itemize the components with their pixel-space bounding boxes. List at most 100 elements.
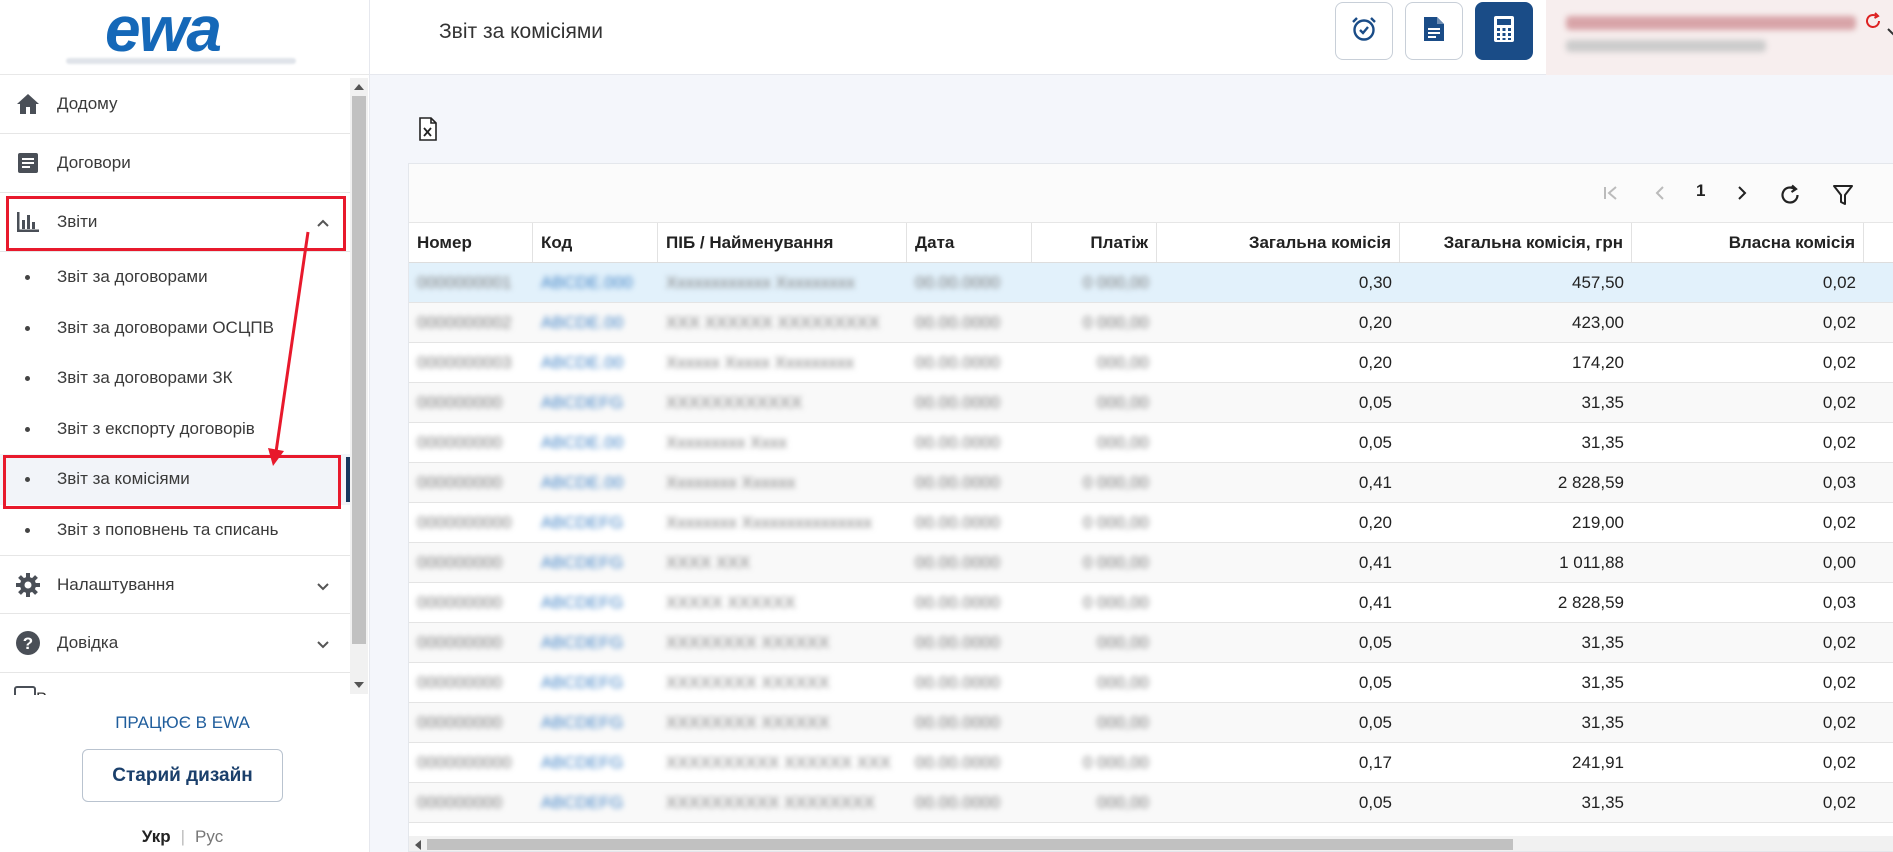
cell-code[interactable]: ABCDE.00 bbox=[533, 463, 658, 502]
cell-code[interactable]: ABCDEFG bbox=[533, 663, 658, 702]
cell-number-text: 000000000 bbox=[417, 432, 503, 452]
export-excel-button[interactable] bbox=[418, 117, 442, 141]
cell-code[interactable]: ABCDE.000 bbox=[533, 263, 658, 302]
user-profile[interactable] bbox=[1546, 0, 1893, 75]
cell-code[interactable]: ABCDE.00 bbox=[533, 423, 658, 462]
cell-date: 00.00.0000 bbox=[907, 543, 1032, 582]
table-horizontal-scrollbar[interactable] bbox=[409, 836, 1893, 851]
sidebar-item-cut[interactable]: Ва bbox=[0, 673, 350, 695]
work-in-ewa-link[interactable]: ПРАЦЮЄ В EWA bbox=[0, 713, 365, 733]
cell-code[interactable]: ABCDEFG bbox=[533, 503, 658, 542]
sidebar-item-settings[interactable]: Налаштування bbox=[0, 555, 350, 614]
table-row[interactable]: 0000000002 ABCDE.00 XXX XXXXXX XXXXXXXXX 00… bbox=[409, 303, 1893, 343]
ewa-logo[interactable]: ewa bbox=[105, 0, 222, 66]
column-header-payment[interactable]: Платіж bbox=[1032, 223, 1157, 262]
sidebar-scrollbar[interactable] bbox=[350, 78, 368, 694]
cell-code[interactable]: ABCDEFG bbox=[533, 583, 658, 622]
cell-number-text: 000000000 bbox=[417, 632, 503, 652]
cell-own-commission-text: 0,02 bbox=[1822, 312, 1856, 332]
cell-date-text: 00.00.0000 bbox=[915, 432, 1001, 452]
table-row[interactable]: 0000000000 ABCDEFG Xxxxxxxx Xxxxxxxxxxxxxx… bbox=[409, 503, 1893, 543]
chevron-down-icon[interactable] bbox=[1886, 24, 1893, 42]
sidebar-subitem-contracts-report[interactable]: Звіт за договорами bbox=[0, 252, 350, 303]
alarm-button[interactable] bbox=[1335, 2, 1393, 60]
cell-payment: 000,00 bbox=[1032, 623, 1157, 662]
cell-code[interactable]: ABCDE.00 bbox=[533, 343, 658, 382]
scrollbar-thumb[interactable] bbox=[352, 96, 366, 644]
column-header-date[interactable]: Дата bbox=[907, 223, 1032, 262]
sidebar-item-home[interactable]: Додому bbox=[0, 75, 350, 134]
cell-number: 000000000 bbox=[409, 383, 533, 422]
plus-box-icon bbox=[14, 685, 36, 695]
cell-own-commission: 0,02 bbox=[1632, 663, 1864, 702]
sidebar-item-contracts[interactable]: Договори bbox=[0, 134, 350, 193]
cell-own-commission-text: 0,02 bbox=[1822, 392, 1856, 412]
table-row[interactable]: 000000000 ABCDE.00 Xxxxxxxx Xxxxxx 00.00.00… bbox=[409, 463, 1893, 503]
cell-date: 00.00.0000 bbox=[907, 583, 1032, 622]
sidebar-subitem-export-report[interactable]: Звіт з експорту договорів bbox=[0, 404, 350, 455]
table-row[interactable]: 000000000 ABCDEFG XXXXXXXXXXXX 00.00.0000 00… bbox=[409, 383, 1893, 423]
page-title: Звіт за комісіями bbox=[439, 20, 604, 43]
scroll-down-arrow-icon[interactable] bbox=[354, 682, 364, 688]
scroll-up-arrow-icon[interactable] bbox=[354, 84, 364, 90]
filter-icon[interactable] bbox=[1832, 184, 1854, 206]
sidebar-item-label: Договори bbox=[57, 153, 131, 172]
table-row[interactable]: 000000000 ABCDEFG XXXXXXXX XXXXXX 00.00.000… bbox=[409, 663, 1893, 703]
column-header-own-commission[interactable]: Власна комісія bbox=[1632, 223, 1864, 262]
table-row[interactable]: 0000000000 ABCDEFG XXXXXXXXXX XXXXXX XXX 00… bbox=[409, 743, 1893, 783]
cell-commission: 0,05 bbox=[1157, 623, 1400, 662]
prev-page-icon[interactable] bbox=[1653, 184, 1667, 202]
cell-code[interactable]: ABCDEFG bbox=[533, 543, 658, 582]
sidebar-subitem-topups-report[interactable]: Звіт з поповнень та списань bbox=[0, 505, 350, 556]
table-row[interactable]: 000000000 ABCDEFG XXXXXXXXXX XXXXXXXX 00.00… bbox=[409, 783, 1893, 823]
documents-button[interactable] bbox=[1405, 2, 1463, 60]
column-header-name[interactable]: ПІБ / Найменування bbox=[658, 223, 907, 262]
table-row[interactable]: 0000000003 ABCDE.00 Xxxxxx Xxxxx Xxxxxxxxx… bbox=[409, 343, 1893, 383]
cell-code[interactable]: ABCDEFG bbox=[533, 743, 658, 782]
commissions-table: Номер Код ПІБ / Найменування Дата Платіж… bbox=[409, 223, 1893, 823]
column-header-number[interactable]: Номер bbox=[409, 223, 533, 262]
cell-code[interactable]: ABCDE.00 bbox=[533, 303, 658, 342]
cell-date-text: 00.00.0000 bbox=[915, 752, 1001, 772]
old-design-button[interactable]: Старий дизайн bbox=[82, 749, 283, 802]
sidebar-subitem-zk-report[interactable]: Звіт за договорами ЗК bbox=[0, 353, 350, 404]
first-page-icon[interactable] bbox=[1602, 184, 1620, 202]
scrollbar-thumb[interactable] bbox=[427, 839, 1513, 850]
cell-code[interactable]: ABCDEFG bbox=[533, 703, 658, 742]
cell-code-text: ABCDE.000 bbox=[541, 272, 633, 292]
table-row[interactable]: 000000000 ABCDEFG XXXXXXXX XXXXXX 00.00.000… bbox=[409, 623, 1893, 663]
cell-own-commission: 0,02 bbox=[1632, 423, 1864, 462]
cell-payment: 0 000,00 bbox=[1032, 743, 1157, 782]
table-row[interactable]: 000000000 ABCDE.00 Xxxxxxxxx Xxxx 00.00.000… bbox=[409, 423, 1893, 463]
scroll-left-arrow-icon[interactable] bbox=[415, 840, 421, 850]
column-header-code[interactable]: Код bbox=[533, 223, 658, 262]
cell-number: 0000000001 bbox=[409, 263, 533, 302]
lang-rus[interactable]: Рус bbox=[195, 827, 223, 846]
table-row[interactable]: 000000000 ABCDEFG XXXXXXXX XXXXXX 00.00.000… bbox=[409, 703, 1893, 743]
calculator-button[interactable] bbox=[1475, 2, 1533, 60]
column-header-commission-uah[interactable]: Загальна комісія, грн bbox=[1400, 223, 1632, 262]
table-row[interactable]: 0000000001 ABCDE.000 Xxxxxxxxxxxx Xxxxxxxx… bbox=[409, 263, 1893, 303]
cell-code-text: ABCDEFG bbox=[541, 512, 624, 532]
cell-code[interactable]: ABCDEFG bbox=[533, 623, 658, 662]
cell-commission: 0,41 bbox=[1157, 583, 1400, 622]
table-row[interactable]: 000000000 ABCDEFG XXXX XXX 00.00.0000 0 000,… bbox=[409, 543, 1893, 583]
sidebar-item-help[interactable]: ? Довідка bbox=[0, 614, 350, 673]
cell-code[interactable]: ABCDEFG bbox=[533, 783, 658, 822]
reload-icon[interactable] bbox=[1779, 184, 1801, 206]
cell-commission-text: 0,05 bbox=[1358, 632, 1392, 652]
cell-commission: 0,20 bbox=[1157, 303, 1400, 342]
cell-code-text: ABCDE.00 bbox=[541, 312, 624, 332]
help-icon: ? bbox=[14, 629, 42, 657]
cell-payment-text: 0 000,00 bbox=[1082, 512, 1149, 532]
sidebar-subitem-osago-report[interactable]: Звіт за договорами ОСЦПВ bbox=[0, 303, 350, 354]
table-row[interactable]: 000000000 ABCDEFG XXXXX XXXXXX 00.00.0000 0 … bbox=[409, 583, 1893, 623]
logo-tagline-blurred bbox=[66, 58, 296, 64]
lang-ukr[interactable]: Укр bbox=[142, 827, 171, 846]
cell-payment: 000,00 bbox=[1032, 343, 1157, 382]
next-page-icon[interactable] bbox=[1735, 184, 1749, 202]
language-switcher: Укр | Рус bbox=[0, 827, 365, 847]
cell-code[interactable]: ABCDEFG bbox=[533, 383, 658, 422]
column-header-commission[interactable]: Загальна комісія bbox=[1157, 223, 1400, 262]
refresh-icon[interactable] bbox=[1864, 12, 1882, 35]
